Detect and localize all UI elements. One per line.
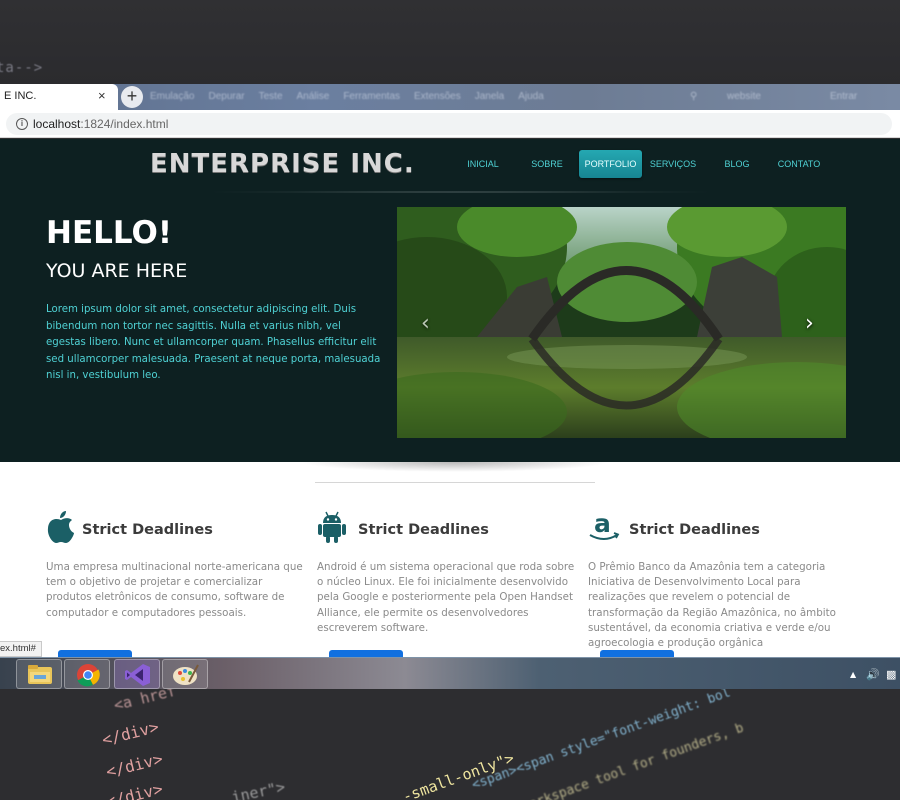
menu-item: Janela [474, 91, 505, 102]
chrome-icon[interactable] [64, 659, 110, 689]
browser-tab[interactable]: E INC. × [0, 84, 118, 110]
address-bar[interactable]: i localhost:1824/index.html [6, 113, 892, 135]
backdrop-code-line: iner"> [230, 777, 287, 800]
taskbar: ▲ 🔊 ▩ [0, 657, 900, 689]
feature-title: Strict Deadlines [629, 522, 760, 538]
nav-item-inicial[interactable]: INICIAL [455, 150, 511, 178]
tray-overflow-icon[interactable]: ▲ [850, 670, 856, 679]
carousel-image [397, 207, 846, 438]
backdrop-code-line: <a href [112, 689, 178, 715]
background-window-label: website [727, 91, 761, 102]
url-host: localhost [33, 117, 81, 131]
url-text[interactable]: localhost:1824/index.html [33, 117, 168, 131]
menu-item: Emulação [150, 91, 195, 102]
feature-text: O Prêmio Banco da Amazônia tem a categor… [588, 561, 836, 650]
feature-text: Uma empresa multinacional norte-american… [46, 561, 303, 619]
nav-item-contato[interactable]: CONTATO [773, 150, 825, 178]
menu-item: Teste [258, 91, 283, 102]
network-icon[interactable]: ▩ [886, 668, 896, 681]
desktop-backdrop-bottom: <a href </div> </div> </div> -small-only… [0, 689, 900, 800]
browser-toolbar: i localhost:1824/index.html [0, 110, 900, 138]
url-path: :1824/index.html [80, 117, 169, 131]
nav-item-blog[interactable]: BLOG [709, 150, 765, 178]
menu-item: Ajuda [518, 91, 544, 102]
header-divider [200, 191, 720, 193]
background-window-menu: Emulação Depurar Teste Análise Ferrament… [150, 91, 544, 102]
android-icon [318, 511, 346, 543]
section-divider [315, 482, 595, 483]
section-shadow [300, 462, 610, 472]
hero-section: ENTERPRISE INC. INICIAL SOBRE PORTFOLIO … [0, 139, 900, 462]
menu-item: Depurar [208, 91, 245, 102]
menu-item: Ferramentas [343, 91, 401, 102]
close-icon[interactable]: × [98, 88, 106, 103]
backdrop-code-text: ta--> [0, 60, 44, 76]
backdrop-code-line: </div> [104, 749, 165, 782]
apple-icon [47, 511, 74, 543]
paint-icon[interactable] [162, 659, 208, 689]
brand-logo[interactable]: ENTERPRISE INC. [150, 149, 415, 179]
browser-tabstrip: E INC. × + Emulação Depurar Teste Anális… [0, 84, 900, 110]
visual-studio-icon[interactable] [114, 659, 160, 689]
background-window-signin: Entrar [830, 91, 858, 102]
feature-title: Strict Deadlines [358, 522, 489, 538]
hero-body-text: Lorem ipsum dolor sit amet, consectetur … [46, 304, 381, 381]
backdrop-code-line: </div> [100, 717, 161, 750]
desktop-backdrop-top: ta--> [0, 0, 900, 84]
image-carousel[interactable]: ‹ › [397, 207, 846, 438]
file-explorer-icon[interactable] [16, 659, 62, 689]
nav-item-sobre[interactable]: SOBRE [519, 150, 575, 178]
menu-item: Análise [296, 91, 330, 102]
features-section: Strict Deadlines Uma empresa multinacion… [0, 462, 900, 660]
amazon-icon: a [589, 510, 620, 540]
nav-item-portfolio[interactable]: PORTFOLIO [579, 150, 642, 178]
feature-text: Android é um sistema operacional que rod… [317, 561, 575, 634]
new-tab-button[interactable]: + [121, 86, 143, 108]
tab-title: E INC. [4, 90, 37, 102]
backdrop-code-line: </div> [104, 779, 165, 800]
feature-title: Strict Deadlines [82, 522, 213, 538]
hero-subheading: YOU ARE HERE [46, 260, 188, 282]
volume-icon[interactable]: 🔊 [866, 668, 880, 681]
status-bar-url: ex.html# [0, 641, 42, 657]
search-icon: ⚲ [690, 91, 698, 102]
chevron-left-icon[interactable]: ‹ [421, 311, 430, 336]
menu-item: Extensões [414, 91, 461, 102]
chevron-right-icon[interactable]: › [805, 311, 814, 336]
hero-heading: HELLO! [46, 215, 173, 251]
nav-item-servicos[interactable]: SERVIÇOS [645, 150, 701, 178]
svg-text:a: a [594, 510, 611, 538]
info-icon[interactable]: i [16, 118, 28, 130]
